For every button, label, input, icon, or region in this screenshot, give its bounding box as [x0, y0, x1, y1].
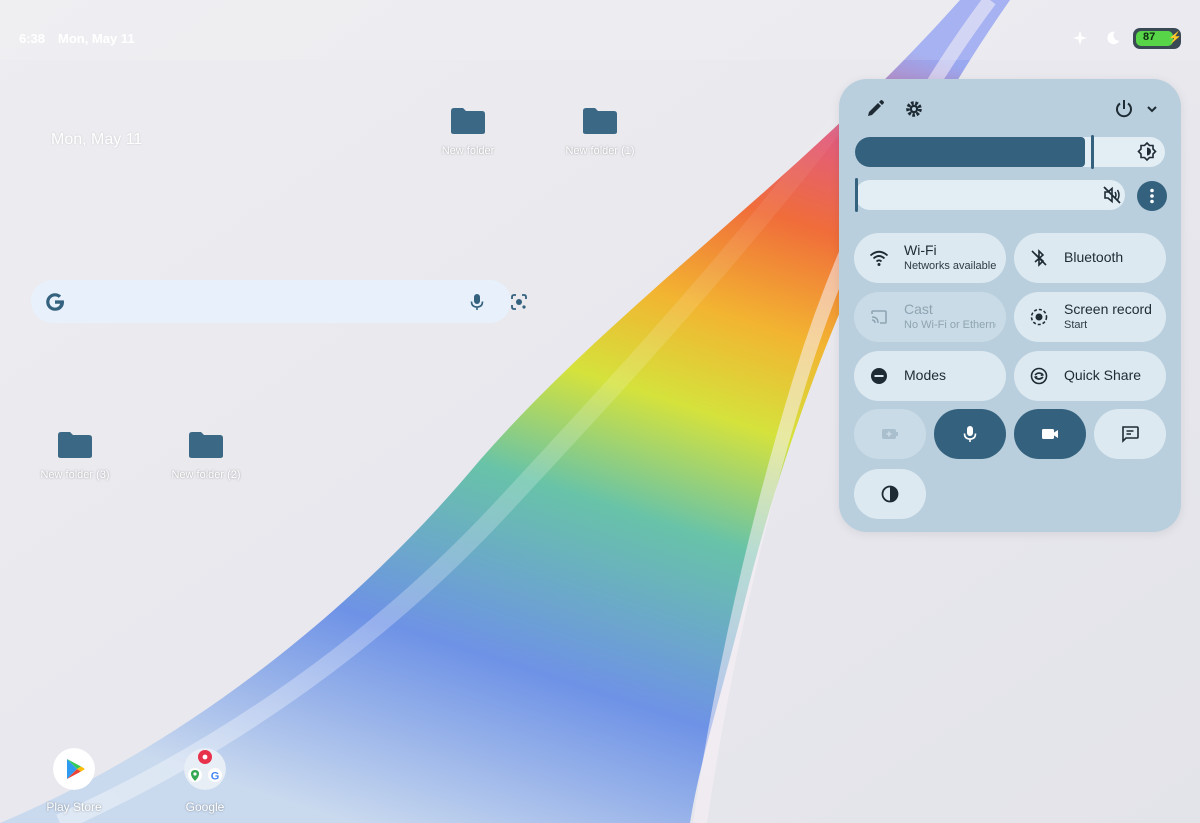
- desktop-folder[interactable]: New folder (1): [550, 107, 650, 157]
- battery-level: 87: [1143, 31, 1156, 43]
- brightness-handle[interactable]: [1091, 135, 1094, 169]
- svg-text:G: G: [211, 771, 220, 783]
- brightness-fill: [855, 137, 1085, 167]
- camera-icon: [1042, 429, 1058, 439]
- tile-battery-saver[interactable]: [854, 409, 926, 459]
- tile-modes[interactable]: Modes: [854, 351, 1006, 401]
- edit-icon[interactable]: [864, 98, 886, 120]
- tile-title: Screen record: [1064, 301, 1152, 317]
- play-store-app[interactable]: Play Store: [29, 748, 119, 814]
- tile-title: Modes: [904, 367, 947, 383]
- tile-subtitle: Networks available: [904, 260, 997, 272]
- folder-label: New folder (3): [40, 469, 110, 481]
- screen-record-icon: [1030, 308, 1048, 326]
- tile-title: Cast: [904, 301, 933, 317]
- brightness-icon: [1137, 142, 1157, 162]
- tile-subtitle: Start: [1064, 319, 1088, 331]
- settings-icon[interactable]: [903, 98, 925, 120]
- tile-title: Bluetooth: [1064, 249, 1124, 265]
- date-widget[interactable]: Mon, May 11: [51, 131, 142, 149]
- play-store-icon: [53, 748, 95, 790]
- power-icon[interactable]: [1113, 98, 1135, 120]
- contrast-icon: [881, 485, 899, 503]
- tile-title: Wi-Fi: [904, 242, 937, 258]
- desktop-folder[interactable]: New folder (2): [156, 431, 256, 481]
- status-bar: 6:38 Mon, May 11 87 ⚡: [0, 0, 1200, 78]
- folder-icon: [189, 432, 223, 458]
- app-label: Play Store: [46, 800, 102, 814]
- chevron-down-icon[interactable]: [1141, 98, 1163, 120]
- google-app-folder[interactable]: G Google: [160, 748, 250, 814]
- tile-quick-share[interactable]: Quick Share: [1014, 351, 1166, 401]
- folder-icon: [583, 108, 617, 134]
- volume-muted-icon: [1103, 186, 1121, 204]
- night-mode-icon: [1107, 31, 1120, 45]
- google-g-icon: [46, 293, 64, 311]
- more-vert-icon: [1150, 188, 1154, 204]
- google-search-bar[interactable]: [31, 280, 527, 323]
- mic-icon[interactable]: [467, 292, 487, 312]
- google-folder-icon: G: [184, 748, 226, 790]
- bluetooth-disabled-icon: [1031, 249, 1047, 267]
- battery-icon: 87 ⚡: [1133, 28, 1182, 49]
- tile-screen-record[interactable]: Screen record Start: [1014, 292, 1166, 342]
- desktop-folder[interactable]: New folder (3): [25, 431, 125, 481]
- folder-label: New folder (2): [171, 469, 241, 481]
- tile-subtitle: No Wi-Fi or Ethernet: [904, 319, 996, 331]
- lens-icon[interactable]: [509, 292, 529, 312]
- battery-saver-icon: [882, 429, 898, 439]
- tile-title: Quick Share: [1064, 367, 1142, 383]
- volume-more-button[interactable]: [1137, 181, 1167, 211]
- tile-microphone[interactable]: [934, 409, 1006, 459]
- cast-icon: [871, 310, 887, 324]
- mic-icon: [963, 426, 977, 442]
- tile-cast[interactable]: Cast No Wi-Fi or Ethernet: [854, 292, 1006, 342]
- quick-settings-panel: Wi-Fi Networks available Bluetooth Cast …: [839, 79, 1181, 532]
- clock: 6:38: [19, 31, 46, 46]
- tile-camera[interactable]: [1014, 409, 1086, 459]
- tile-feedback[interactable]: [1094, 409, 1166, 459]
- tile-bluetooth[interactable]: Bluetooth: [1014, 233, 1166, 283]
- folder-icon: [58, 432, 92, 458]
- status-date: Mon, May 11: [58, 31, 135, 46]
- volume-track[interactable]: [855, 180, 1125, 210]
- feedback-icon: [1122, 426, 1139, 443]
- folder-label: New folder (1): [565, 145, 635, 157]
- app-label: Google: [185, 800, 225, 814]
- tile-contrast[interactable]: [854, 469, 926, 519]
- sparkle-icon: [1072, 30, 1088, 46]
- desktop-folder[interactable]: New folder: [418, 107, 518, 157]
- quick-share-icon: [1030, 367, 1048, 385]
- tile-wifi[interactable]: Wi-Fi Networks available: [854, 233, 1006, 283]
- folder-label: New folder: [441, 145, 495, 157]
- volume-handle[interactable]: [855, 178, 858, 212]
- charging-bolt-icon: ⚡: [1168, 32, 1182, 44]
- do-not-disturb-icon: [871, 368, 887, 384]
- wifi-icon: [869, 250, 889, 266]
- search-input[interactable]: [83, 288, 443, 315]
- folder-icon: [451, 108, 485, 134]
